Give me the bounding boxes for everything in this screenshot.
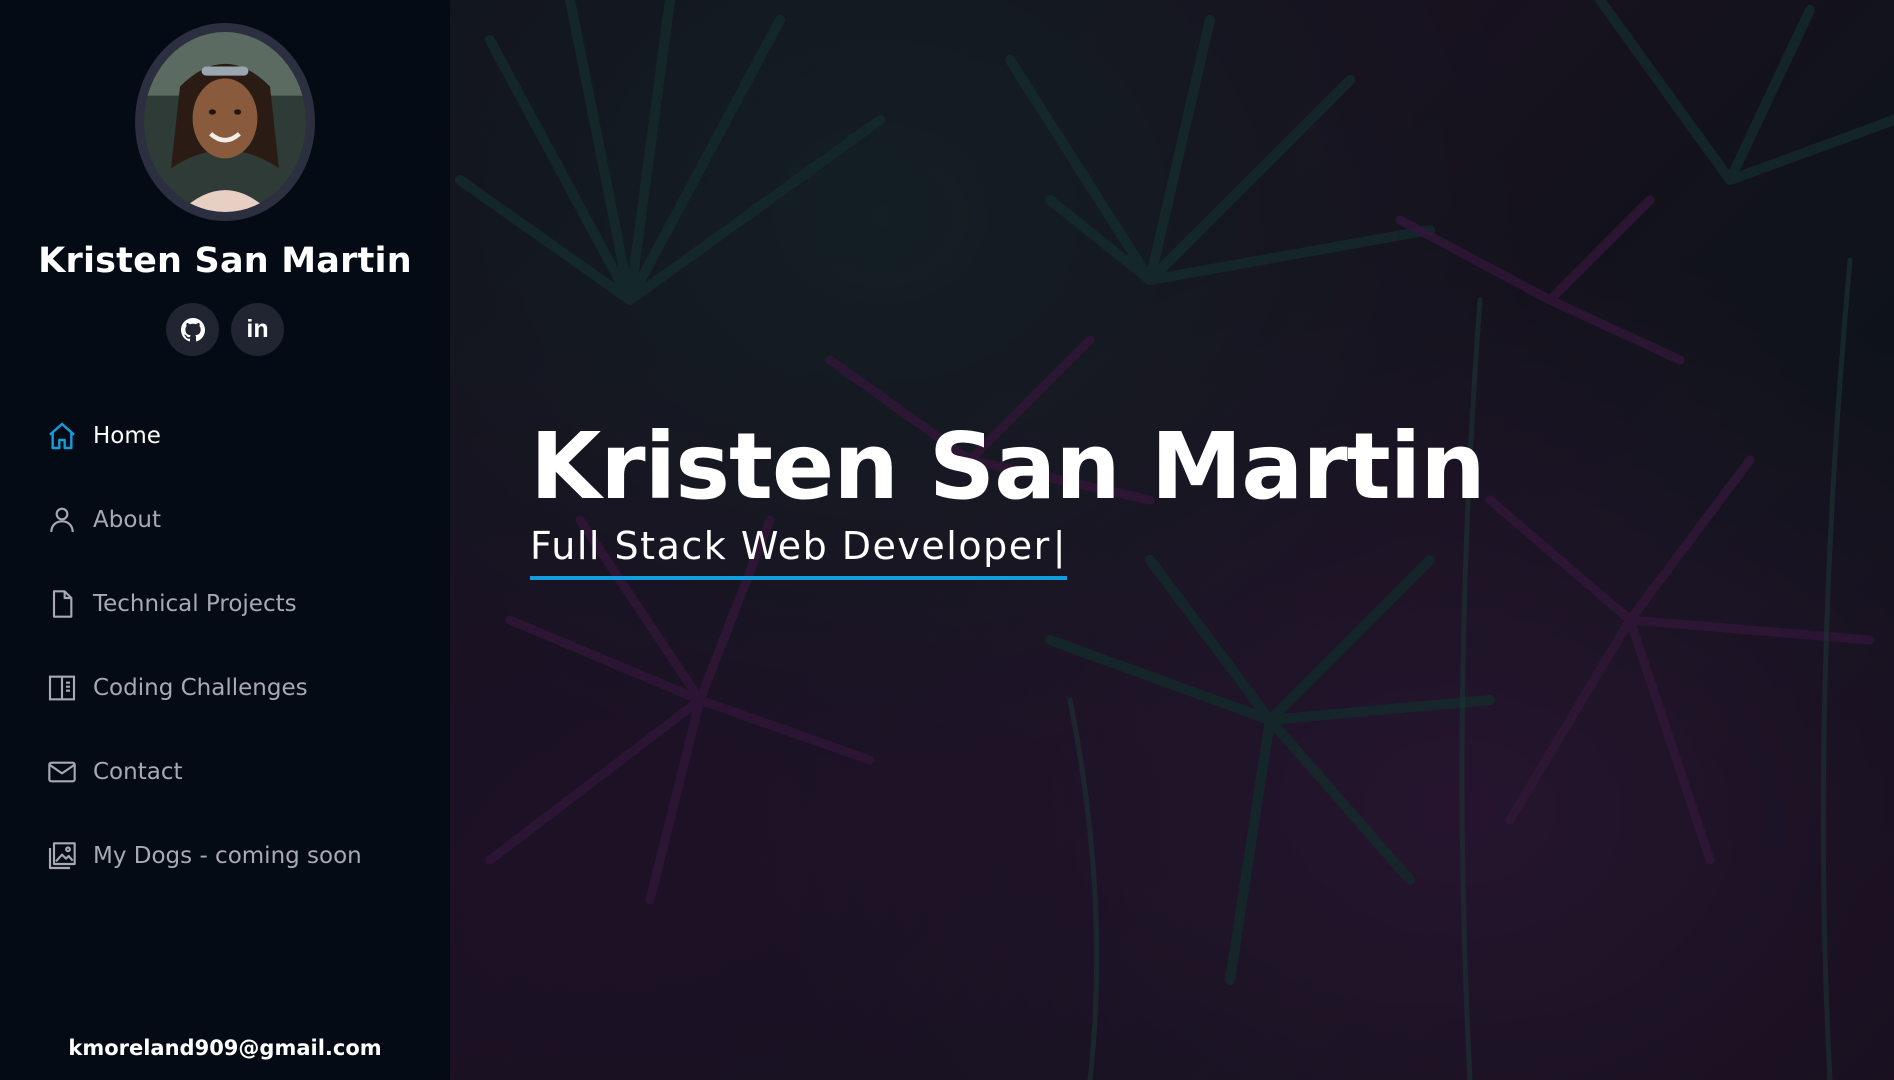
nav-menu: Home About Technical Projects Coding Cha… bbox=[0, 394, 450, 898]
profile-name: Kristen San Martin bbox=[38, 241, 412, 281]
home-icon bbox=[46, 420, 78, 452]
github-icon bbox=[180, 317, 205, 342]
hero-subtitle-text: Full Stack Web Developer bbox=[530, 524, 1051, 568]
social-links: in bbox=[166, 303, 284, 356]
sidebar: Kristen San Martin in Home About Technic… bbox=[0, 0, 450, 1080]
envelope-icon bbox=[46, 756, 78, 788]
hero-content: Kristen San Martin Full Stack Web Develo… bbox=[530, 412, 1486, 580]
hero-title: Kristen San Martin bbox=[530, 413, 1486, 520]
images-icon bbox=[46, 840, 78, 872]
file-icon bbox=[46, 588, 78, 620]
nav-item-my-dogs[interactable]: My Dogs - coming soon bbox=[46, 814, 450, 898]
nav-label-contact: Contact bbox=[93, 759, 183, 785]
avatar bbox=[135, 23, 315, 221]
sidebar-email: kmoreland909@gmail.com bbox=[68, 1036, 382, 1060]
linkedin-button[interactable]: in bbox=[231, 303, 284, 356]
nav-label-technical-projects: Technical Projects bbox=[93, 591, 297, 617]
github-button[interactable] bbox=[166, 303, 219, 356]
nav-label-home: Home bbox=[93, 423, 161, 449]
avatar-photo bbox=[144, 32, 306, 212]
typed-cursor: | bbox=[1052, 524, 1068, 568]
nav-item-about[interactable]: About bbox=[46, 478, 450, 562]
layout-icon bbox=[46, 672, 78, 704]
hero-section: Kristen San Martin Full Stack Web Develo… bbox=[450, 0, 1894, 1080]
nav-item-coding-challenges[interactable]: Coding Challenges bbox=[46, 646, 450, 730]
hero-subtitle: Full Stack Web Developer| bbox=[530, 524, 1068, 580]
nav-label-coding-challenges: Coding Challenges bbox=[93, 675, 308, 701]
linkedin-icon: in bbox=[246, 315, 269, 343]
nav-label-my-dogs: My Dogs - coming soon bbox=[93, 843, 362, 869]
person-icon bbox=[46, 504, 78, 536]
nav-item-home[interactable]: Home bbox=[46, 394, 450, 478]
nav-label-about: About bbox=[93, 507, 162, 533]
app-root: Kristen San Martin in Home About Technic… bbox=[0, 0, 1894, 1080]
nav-item-technical-projects[interactable]: Technical Projects bbox=[46, 562, 450, 646]
nav-item-contact[interactable]: Contact bbox=[46, 730, 450, 814]
